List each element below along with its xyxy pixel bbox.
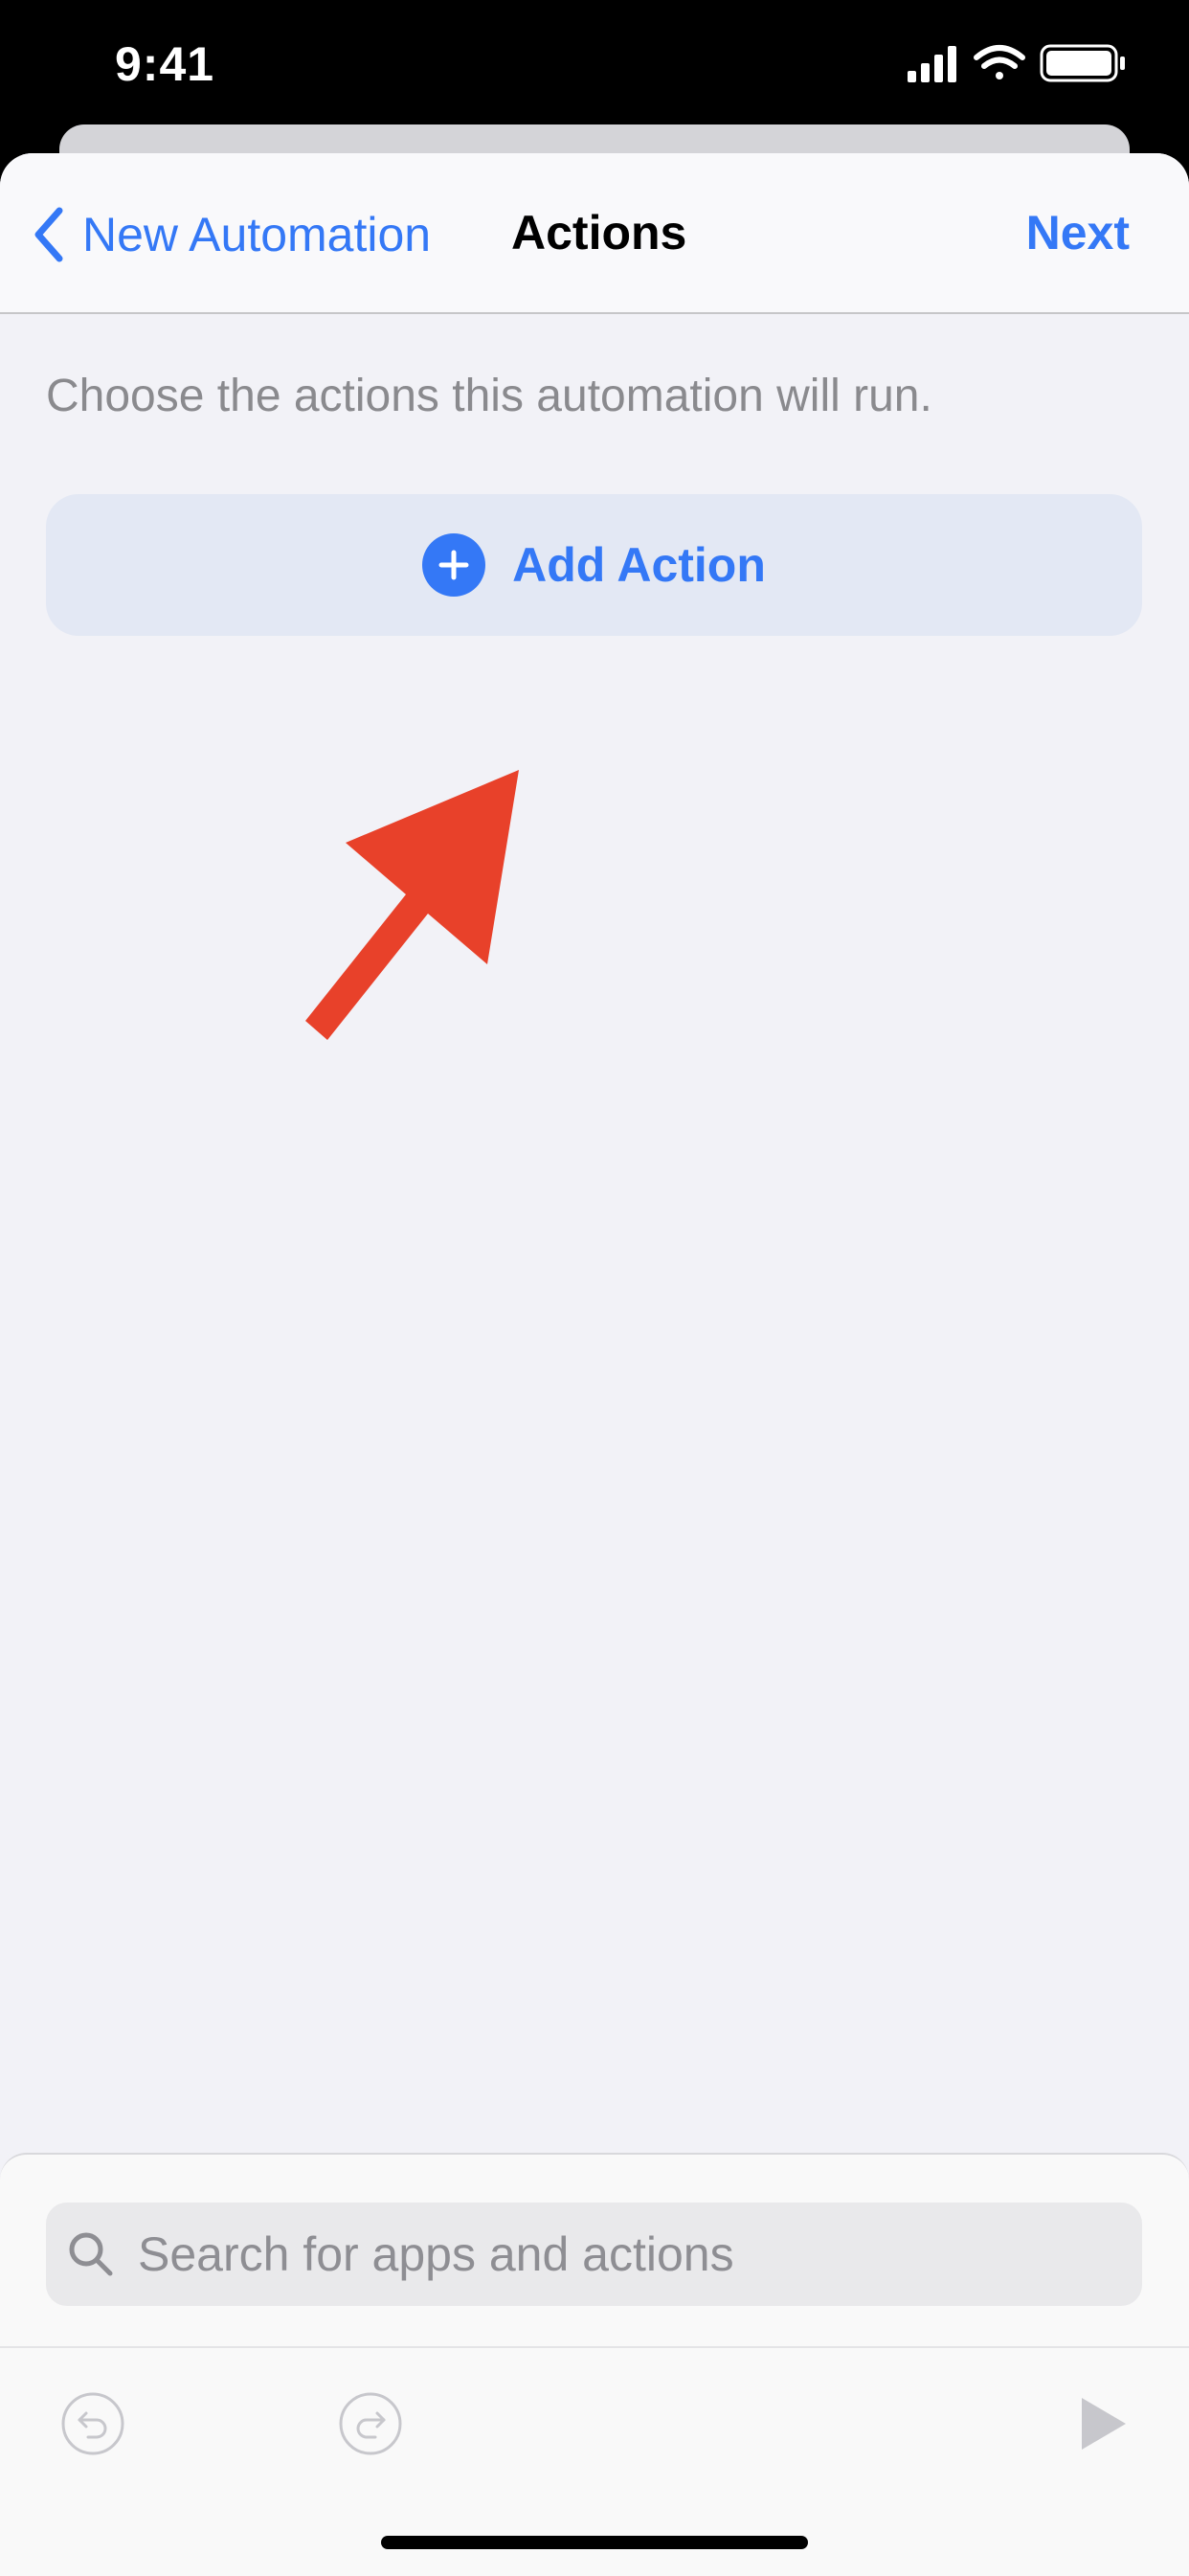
page-title: Actions [511,206,687,260]
status-icons [908,42,1128,84]
undo-icon [61,2392,124,2455]
status-bar: 9:41 [0,0,1189,124]
search-input[interactable] [136,2226,1097,2283]
home-indicator [381,2536,808,2549]
back-button[interactable]: New Automation [33,201,431,268]
red-arrow-annotation-icon [305,770,519,1040]
search-icon [69,2232,113,2276]
wifi-icon [974,45,1025,79]
status-time: 9:41 [115,37,215,91]
plus-circle-icon [422,533,486,597]
description-text: Choose the actions this automation will … [46,371,932,421]
back-button-label: New Automation [82,208,432,261]
undo-button[interactable] [59,2390,126,2462]
redo-button[interactable] [337,2390,404,2462]
redo-icon [339,2392,402,2455]
play-icon [1082,2398,1126,2450]
navigation-bar: New Automation Actions Next [0,153,1189,314]
add-action-button[interactable]: Add Action [46,494,1142,636]
bottom-panel [0,2153,1189,2576]
run-button[interactable] [1076,2394,1130,2458]
battery-icon [1040,44,1125,82]
cellular-signal-icon [908,46,956,82]
search-field[interactable] [46,2203,1142,2306]
next-button[interactable]: Next [1026,205,1130,260]
chevron-left-icon [34,207,63,262]
add-action-label: Add Action [512,538,766,592]
